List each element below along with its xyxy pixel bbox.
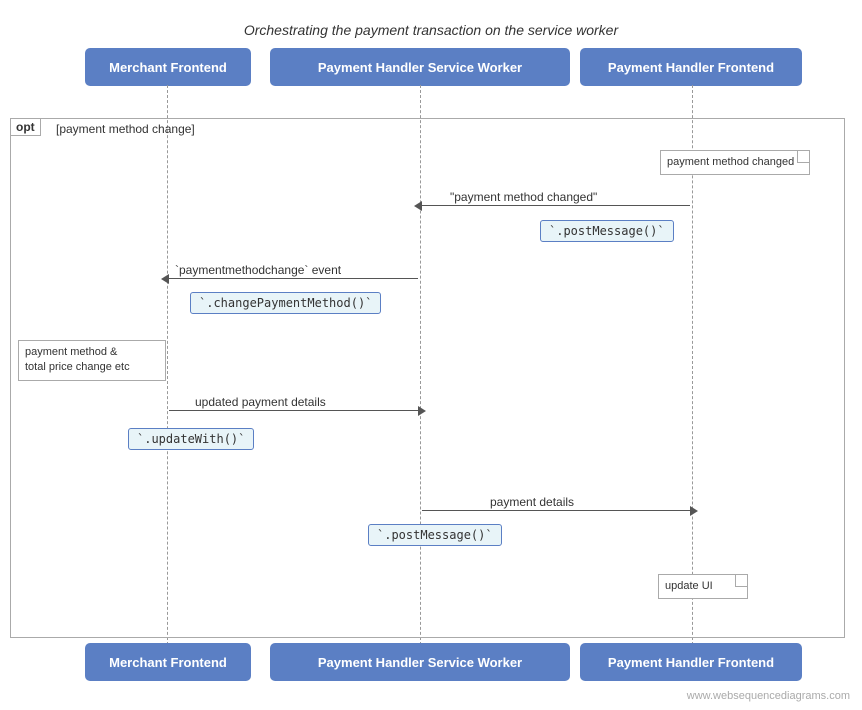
actor-payment-handler-bottom: Payment Handler Frontend bbox=[580, 643, 802, 681]
opt-label: opt bbox=[11, 119, 41, 136]
arrow-payment-method-changed bbox=[422, 205, 690, 206]
actor-service-worker-bottom: Payment Handler Service Worker bbox=[270, 643, 570, 681]
arrow-updated-payment-details bbox=[169, 410, 418, 411]
note-update-ui: update UI bbox=[658, 574, 748, 599]
method-post-message-1: `.postMessage()` bbox=[540, 220, 674, 242]
actor-payment-handler-top: Payment Handler Frontend bbox=[580, 48, 802, 86]
note-corner bbox=[797, 151, 809, 163]
note-payment-method-total: payment method & total price change etc bbox=[18, 340, 166, 381]
note-corner-2 bbox=[735, 575, 747, 587]
diagram-container: Orchestrating the payment transaction on… bbox=[0, 0, 862, 710]
arrow-label-updated-payment-details: updated payment details bbox=[195, 395, 326, 409]
method-change-payment-method: `.changePaymentMethod()` bbox=[190, 292, 381, 314]
arrow-label-payment-details: payment details bbox=[490, 495, 574, 509]
watermark: www.websequencediagrams.com bbox=[687, 690, 850, 702]
opt-guard: [payment method change] bbox=[56, 122, 195, 136]
arrow-label-payment-method-changed: "payment method changed" bbox=[450, 190, 597, 204]
actor-service-worker-top: Payment Handler Service Worker bbox=[270, 48, 570, 86]
method-update-with: `.updateWith()` bbox=[128, 428, 254, 450]
note-payment-method-changed: payment method changed bbox=[660, 150, 810, 175]
method-post-message-2: `.postMessage()` bbox=[368, 524, 502, 546]
diagram-title: Orchestrating the payment transaction on… bbox=[0, 10, 862, 38]
actor-merchant-top: Merchant Frontend bbox=[85, 48, 251, 86]
arrow-label-paymentmethodchange: `paymentmethodchange` event bbox=[175, 263, 341, 277]
arrow-payment-details bbox=[422, 510, 690, 511]
arrow-paymentmethodchange bbox=[169, 278, 418, 279]
actor-merchant-bottom: Merchant Frontend bbox=[85, 643, 251, 681]
